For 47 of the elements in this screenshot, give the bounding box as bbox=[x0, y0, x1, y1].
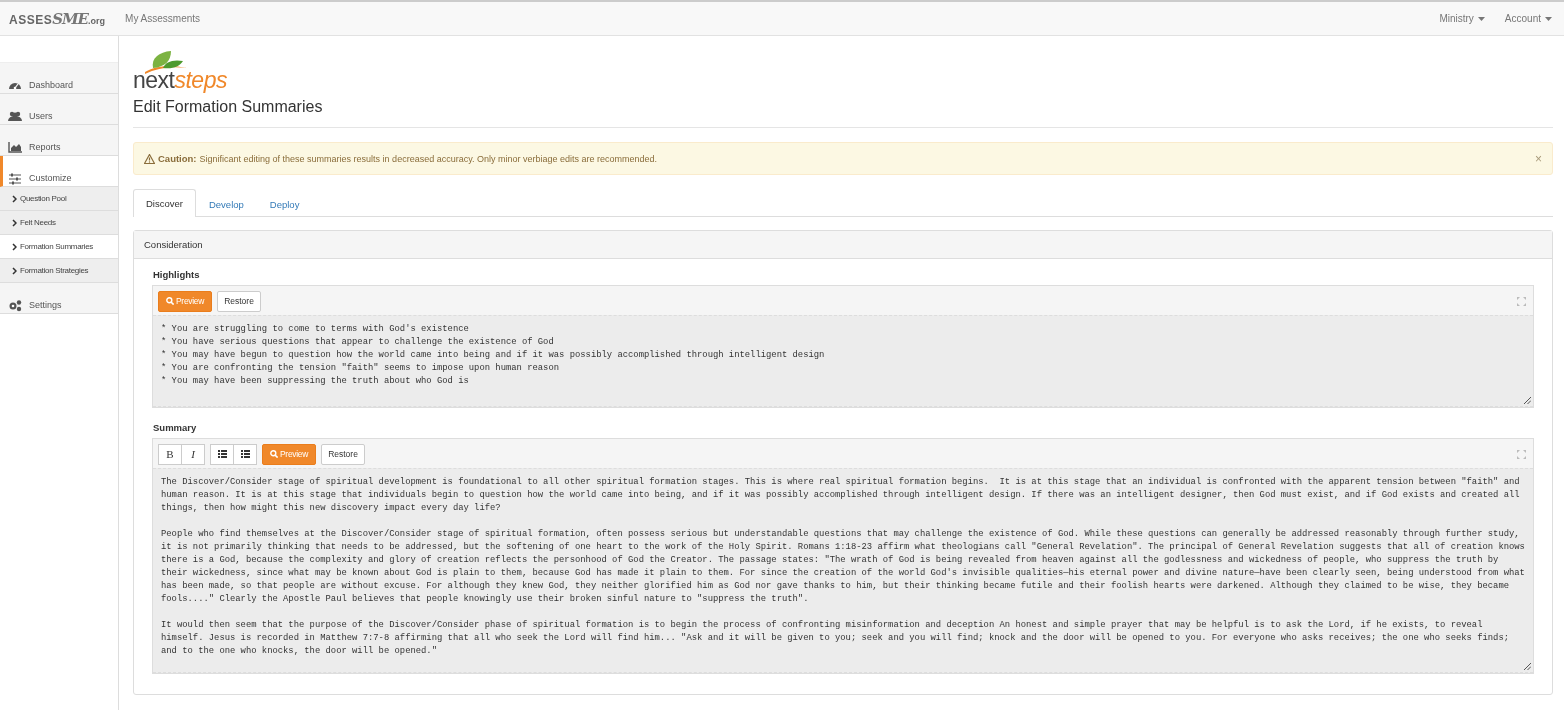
sidebar-subitem[interactable]: Question Pool bbox=[0, 187, 118, 211]
alert-message: Caution: Significant editing of these summaries results in decreased accuracy. Only minor verbiage edits are recommended. bbox=[144, 153, 1535, 164]
sliders-icon bbox=[8, 171, 22, 185]
sidebar-subitem[interactable]: Felt Needs bbox=[0, 211, 118, 235]
warning-icon bbox=[144, 153, 155, 164]
gears-icon bbox=[8, 298, 22, 312]
field-label: Highlights bbox=[153, 269, 201, 280]
restore-button[interactable]: Restore bbox=[321, 443, 365, 465]
caret-icon bbox=[1477, 16, 1485, 21]
sidebar-item[interactable]: Customize bbox=[0, 156, 118, 187]
text-area[interactable]: * You are struggling to come to terms with God's existence * You have serious questions that appear to challenge the existence of God * You may have begun to question how the world came into being and if it was possibly accomplished through intelligent design * You are confronting the tension "faith" seems to impose upon human reason * You may have been suppressing the truth about who God is bbox=[153, 315, 1533, 407]
field-label: Summary bbox=[153, 422, 198, 433]
sidebar-item[interactable]: Reports bbox=[0, 125, 118, 156]
tab[interactable]: Deploy bbox=[256, 190, 313, 217]
nav-dropdown[interactable]: Ministry bbox=[1439, 13, 1485, 24]
resize-handle-icon bbox=[1524, 663, 1531, 670]
list-icon bbox=[240, 450, 250, 458]
resize-handle-icon bbox=[1524, 397, 1531, 404]
search-icon bbox=[270, 450, 278, 458]
caret-icon bbox=[1545, 16, 1552, 21]
panel-heading: Consideration bbox=[134, 231, 1552, 259]
sidebar-subitem[interactable]: Formation Strategies bbox=[0, 259, 118, 283]
site-logo[interactable]: ASSESSME.org bbox=[9, 9, 106, 28]
italic-button[interactable]: I bbox=[181, 443, 205, 465]
sidebar-item[interactable]: Users bbox=[0, 94, 118, 125]
text-area[interactable]: The Discover/Consider stage of spiritual development is foundational to all other spiritual formation stages. This is where real spiritual formation begins. It is at this stage that an individual is confronted with the apparent tension between "faith" and human reason. It is at this stage that individuals begin to question how the world came into being, and if it was possibly accomplished through intelligent design. If there was an intelligent designer, then God must exist, and if God exists and created all things, then how might this new discovery impact every day life? People who find themselves at the Discover/Consider stage of spiritual formation, often possess serious but understandable questions that may challenge the existence of God. While these questions can generally be addressed reasonably through further study, it is not primarily thinking that needs to be addressed, but the softening of one heart to the work of the Holy Spirit. Romans 1:18-23 affirm what theologians call "General Revelation". The principal of General Revelation suggests that all of creation knows there is a God, because the complexity and glory of creation reflects the personhood of God the Creator. The passage states: "The wrath of God is being revealed from heaven against all the godlessness and wickedness of people, who suppress the truth by their wickedness, since what may be known about God is plain to them, because God has made it plain to them. For since the creation of the world God's invisible qualities—his eternal power and divine nature—have been clearly seen, being understood from what has been made, so that people are without excuse. For although they knew God, they neither glorified him as God nor gave thanks to him, but their thinking became futile and their foolish hearts were darkened. Although they claimed to be wise, they became fools...." Clearly the Apostle Paul believes that people knowingly use their broken sinful nature to "suppress the truth". It would then seem that the purpose of the Discover/Consider phase of spiritual formation is to begin the process of confronting misinformation and deception An honest and simple prayer that may be helpful is to ask the Lord, if he exists, to reveal himself. Jesus is recorded in Matthew 7:7-8 affirming that all who seek the Lord will find him... "Ask and it will be given to you; seek and you will find; knock and the door will be opened to you. For everyone who asks receives; the one who seeks finds; and to the one who knocks, the door will be opened." bbox=[153, 468, 1533, 673]
chevron-right-icon bbox=[12, 218, 17, 227]
tab[interactable]: Develop bbox=[195, 190, 257, 217]
restore-button[interactable]: Restore bbox=[217, 290, 261, 312]
nav-link[interactable]: My Assessments bbox=[125, 13, 201, 24]
list-button[interactable] bbox=[210, 443, 234, 465]
search-icon bbox=[166, 297, 174, 305]
tab[interactable]: Discover bbox=[133, 189, 196, 217]
expand-icon bbox=[1517, 296, 1526, 306]
chevron-right-icon bbox=[12, 242, 17, 251]
expand-icon bbox=[1517, 449, 1526, 459]
chevron-right-icon bbox=[12, 194, 17, 203]
bold-button[interactable]: B bbox=[158, 443, 182, 465]
chart-icon bbox=[8, 140, 22, 154]
sidebar-item[interactable]: Dashboard bbox=[0, 63, 118, 94]
nav-dropdown[interactable]: Account bbox=[1504, 13, 1552, 24]
page-title: Edit Formation Summaries bbox=[133, 98, 324, 116]
chevron-right-icon bbox=[12, 266, 17, 275]
list-icon bbox=[217, 450, 227, 458]
numbered-list-button[interactable] bbox=[233, 443, 257, 465]
sidebar-item[interactable]: Settings bbox=[0, 283, 118, 314]
users-icon bbox=[8, 109, 22, 123]
